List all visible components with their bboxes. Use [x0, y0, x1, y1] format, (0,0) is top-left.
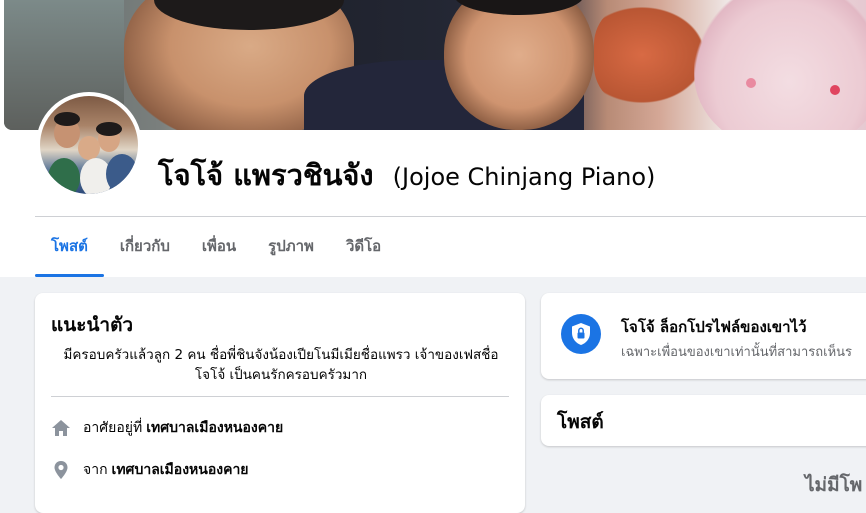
profile-header: โจโจ้ แพรวชินจัง (Jojoe Chinjang Piano) … [0, 0, 866, 277]
from-place-link[interactable]: เทศบาลเมืองหนองคาย [112, 459, 249, 481]
lives-in-prefix: อาศัยอยู่ที่ [83, 420, 143, 436]
lives-in-place-link[interactable]: เทศบาลเมืองหนองคาย [146, 417, 283, 439]
locked-profile-card: โจโจ้ ล็อกโปรไฟล์ของเขาไว้ เฉพาะเพื่อนขอ… [541, 293, 866, 379]
tab-videos[interactable]: วิดีโอ [330, 217, 397, 277]
intro-bio: มีครอบครัวแล้วลูก 2 คน ชื่อพี่ชินจังน้อง… [51, 345, 511, 385]
tab-photos[interactable]: รูปภาพ [252, 217, 330, 277]
shield-lock-icon [561, 314, 601, 354]
locked-profile-subtitle: เฉพาะเพื่อนของเขาเท่านั้นที่สามารถเห็นร [621, 345, 853, 360]
cover-photo[interactable] [4, 0, 866, 130]
avatar[interactable] [40, 96, 138, 194]
tab-friends[interactable]: เพื่อน [186, 217, 252, 277]
intro-card: แนะนำตัว มีครอบครัวแล้วลูก 2 คน ชื่อพี่ช… [35, 293, 525, 513]
tab-about[interactable]: เกี่ยวกับ [104, 217, 186, 277]
intro-divider [51, 396, 509, 397]
profile-alternate-name: (Jojoe Chinjang Piano) [392, 163, 656, 191]
posts-title: โพสต์ [557, 411, 604, 433]
location-pin-icon [51, 460, 71, 480]
intro-title: แนะนำตัว [51, 314, 134, 336]
profile-name: โจโจ้ แพรวชินจัง [158, 158, 374, 192]
home-icon [51, 418, 71, 438]
posts-card: โพสต์ [541, 395, 866, 446]
locked-profile-title: โจโจ้ ล็อกโปรไฟล์ของเขาไว้ [621, 318, 807, 336]
intro-bio-line-1: มีครอบครัวแล้วลูก 2 คน ชื่อพี่ชินจังน้อง… [63, 347, 499, 363]
from-row: จาก เทศบาลเมืองหนองคาย [51, 459, 249, 481]
profile-name-row: โจโจ้ แพรวชินจัง (Jojoe Chinjang Piano) [158, 152, 655, 198]
tab-posts[interactable]: โพสต์ [35, 217, 104, 277]
profile-tabs: โพสต์ เกี่ยวกับ เพื่อน รูปภาพ วิดีโอ [35, 217, 397, 277]
lives-in-row: อาศัยอยู่ที่ เทศบาลเมืองหนองคาย [51, 417, 283, 439]
from-prefix: จาก [83, 462, 108, 478]
intro-bio-line-2: โจโจ้ เป็นคนรักครอบครัวมาก [194, 367, 368, 383]
no-posts-text: ไม่มีโพ [805, 474, 863, 496]
